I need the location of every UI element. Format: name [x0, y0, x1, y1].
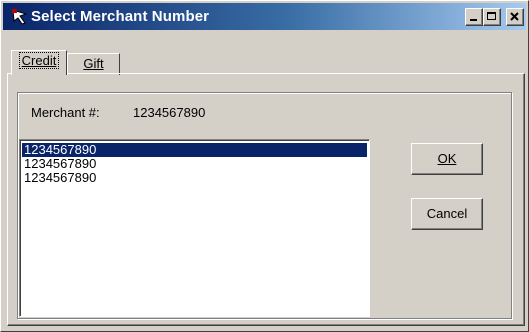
- dialog-window: Select Merchant Number Credit Gift Merch…: [0, 0, 529, 332]
- ok-button[interactable]: OK: [411, 143, 483, 175]
- tab-gift[interactable]: Gift: [67, 53, 120, 75]
- merchant-listbox[interactable]: 1234567890 1234567890 1234567890: [19, 139, 370, 317]
- maximize-icon: [487, 12, 496, 20]
- title-bar[interactable]: Select Merchant Number: [3, 3, 526, 30]
- merchant-value: 1234567890: [133, 105, 206, 120]
- list-item[interactable]: 1234567890: [22, 143, 367, 157]
- minimize-icon: [470, 19, 477, 21]
- close-icon: [510, 12, 519, 21]
- minimize-button[interactable]: [465, 8, 483, 26]
- cancel-button-label: Cancel: [426, 206, 468, 221]
- window-title: Select Merchant Number: [31, 8, 210, 25]
- ok-button-label: OK: [437, 151, 457, 166]
- tab-credit-label: Credit: [18, 52, 60, 69]
- close-button[interactable]: [506, 8, 524, 26]
- list-item[interactable]: 1234567890: [22, 171, 367, 185]
- merchant-label: Merchant #:: [31, 105, 100, 120]
- tab-gift-label: Gift: [83, 56, 104, 71]
- list-item[interactable]: 1234567890: [22, 157, 367, 171]
- tab-credit[interactable]: Credit: [11, 50, 67, 75]
- cancel-button[interactable]: Cancel: [411, 198, 483, 230]
- maximize-button[interactable]: [483, 8, 501, 26]
- app-icon: [12, 9, 28, 25]
